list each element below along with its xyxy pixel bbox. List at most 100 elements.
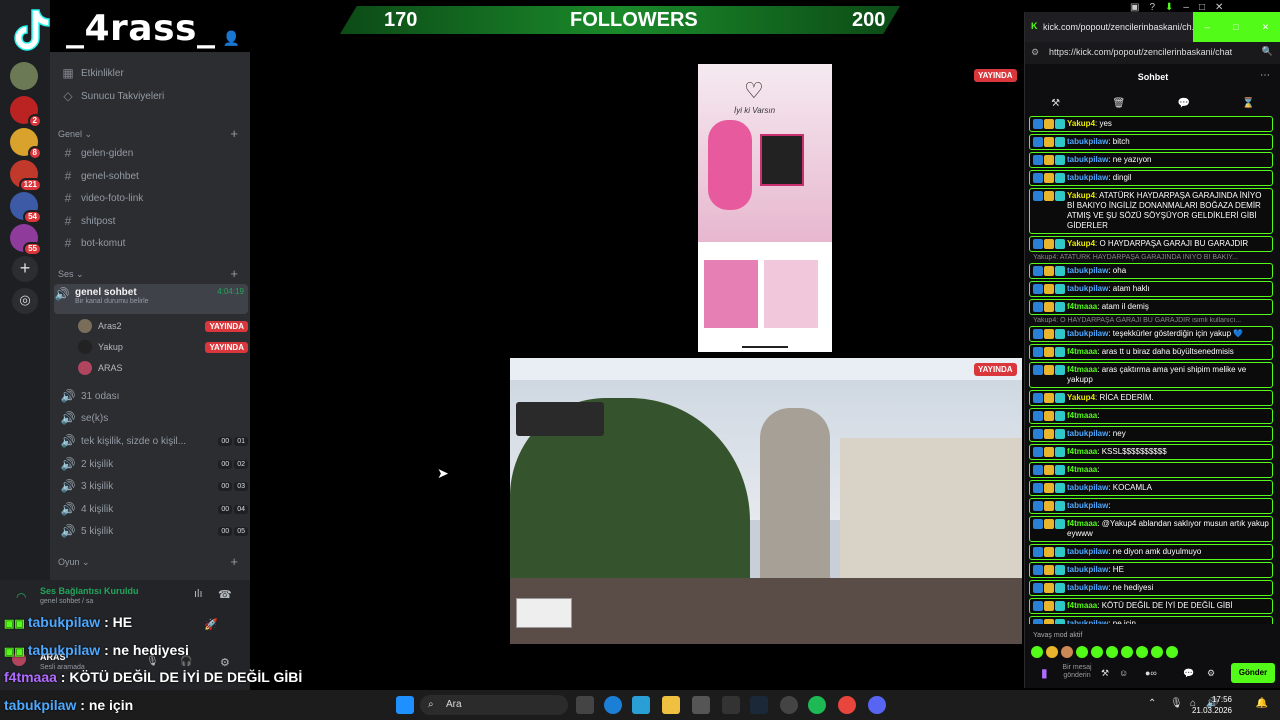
chat-message[interactable]: tabukpilaw: teşekkürler gösterdiğin için…: [1029, 326, 1273, 342]
steam-icon[interactable]: [750, 696, 768, 714]
chat-message[interactable]: tabukpilaw: atam haklı: [1029, 281, 1273, 297]
channel-gelen-giden[interactable]: # gelen-giden: [60, 143, 248, 163]
chat-message[interactable]: tabukpilaw: KOCAMLA: [1029, 480, 1273, 496]
chat-message[interactable]: tabukpilaw: bitch: [1029, 134, 1273, 150]
hammer-icon[interactable]: ⚒: [1051, 98, 1060, 109]
server-header[interactable]: _4rass_ 👤: [50, 0, 250, 52]
trash-icon[interactable]: 🗑: [1112, 98, 1125, 109]
chat-username[interactable]: tabukpilaw: [1067, 329, 1108, 338]
chat-username[interactable]: Yakup4: [1067, 119, 1095, 128]
chat-message[interactable]: f4tmaaa:: [1029, 462, 1273, 478]
users-icon[interactable]: ●∞: [1145, 668, 1157, 678]
chat-username[interactable]: f4tmaaa: [1067, 347, 1097, 356]
emote-icon[interactable]: [1046, 646, 1058, 658]
chat-username[interactable]: tabukpilaw: [1067, 501, 1108, 510]
category-game[interactable]: Oyun ⌄: [58, 557, 90, 568]
server-icon[interactable]: [10, 62, 38, 90]
close-icon[interactable]: ✕: [1262, 22, 1270, 33]
chat-message[interactable]: tabukpilaw:: [1029, 498, 1273, 514]
voice-channel[interactable]: 🔊 3 kişilik 00 03: [60, 476, 248, 496]
connection-channel-link[interactable]: genel sohbet / sa: [40, 598, 93, 605]
emote-icon[interactable]: [1061, 646, 1073, 658]
server-icon[interactable]: 2: [10, 96, 42, 128]
activity-icon[interactable]: 🚀: [204, 618, 218, 631]
chat-username[interactable]: f4tmaaa: [1067, 411, 1097, 420]
chat-message[interactable]: f4tmaaa:: [1029, 408, 1273, 424]
windows-start-icon[interactable]: [396, 696, 414, 714]
app-icon[interactable]: [722, 696, 740, 714]
chat-username[interactable]: tabukpilaw: [1067, 583, 1108, 592]
chat-bubble-icon[interactable]: 💬: [1178, 98, 1190, 109]
reply-preview[interactable]: Yakup4: ATATÜRK HAYDARPAŞA GARAJINDA İNİ…: [1029, 254, 1273, 261]
chat-username[interactable]: tabukpilaw: [1067, 266, 1108, 275]
chat-username[interactable]: f4tmaaa: [1067, 302, 1097, 311]
chat-message[interactable]: tabukpilaw: ne hediyesi: [1029, 580, 1273, 596]
microphone-icon[interactable]: 🎙: [1170, 698, 1183, 709]
emote-icon[interactable]: [1076, 646, 1088, 658]
chat-username[interactable]: f4tmaaa: [1067, 601, 1097, 610]
voice-channel[interactable]: 🔊 5 kişilik 00 05: [60, 521, 248, 541]
voice-user[interactable]: ARAS: [78, 359, 248, 377]
chat-message[interactable]: f4tmaaa: KÖTÜ DEĞİL DE İYİ DE DEĞİL GİBİ: [1029, 598, 1273, 614]
discord-icon[interactable]: [868, 696, 886, 714]
voice-channel[interactable]: 🔊 4 kişilik 00 04: [60, 499, 248, 519]
settings-gear-icon[interactable]: ⚙: [220, 656, 230, 669]
chat-message[interactable]: Yakup4: ATATÜRK HAYDARPAŞA GARAJINDA İNİ…: [1029, 188, 1273, 234]
boosts-item[interactable]: ◇ Sunucu Takviyeleri: [60, 86, 248, 106]
voice-channel-active[interactable]: 🔊 genel sohbet Bir kanal durumu belirle …: [54, 284, 248, 314]
chat-message[interactable]: f4tmaaa: KSSL$$$$$$$$$$: [1029, 444, 1273, 460]
channel-genel-sohbet[interactable]: # genel-sohbet: [60, 166, 248, 186]
chat-username[interactable]: f4tmaaa: [1067, 365, 1097, 374]
command-icon[interactable]: ⚒: [1101, 668, 1109, 679]
taskbar-search[interactable]: ⌕ Ara: [420, 695, 568, 715]
tray-chevron-icon[interactable]: ⌃: [1148, 698, 1156, 709]
minimap[interactable]: [516, 598, 572, 628]
chat-username[interactable]: tabukpilaw: [1067, 619, 1108, 624]
emote-icon[interactable]: [1121, 646, 1133, 658]
chat-message[interactable]: f4tmaaa: @Yakup4 ablandan saklıyor musun…: [1029, 516, 1273, 542]
more-options-icon[interactable]: ⋯: [1260, 70, 1270, 81]
chat-message[interactable]: Yakup4: yes: [1029, 116, 1273, 132]
disconnect-icon[interactable]: ☎: [218, 588, 232, 601]
chat-message[interactable]: f4tmaaa: aras tt u biraz daha büyültsene…: [1029, 344, 1273, 360]
category-general[interactable]: Genel ⌄: [58, 129, 92, 140]
add-channel-icon[interactable]: +: [230, 554, 238, 569]
chat-bubble-icon[interactable]: 💬: [1183, 668, 1194, 679]
chat-message[interactable]: Yakup4: RİCA EDERİM.: [1029, 390, 1273, 406]
chat-username[interactable]: f4tmaaa: [1067, 465, 1097, 474]
chat-message[interactable]: Yakup4: O HAYDARPAŞA GARAJI BU GARAJDIR: [1029, 236, 1273, 252]
emote-icon[interactable]: [1106, 646, 1118, 658]
chat-username[interactable]: tabukpilaw: [1067, 483, 1108, 492]
system-clock[interactable]: 17:56 21.03.2026: [1192, 694, 1232, 716]
thumbnail[interactable]: [764, 260, 818, 328]
app-icon[interactable]: [632, 696, 650, 714]
spotify-icon[interactable]: [808, 696, 826, 714]
emote-icon[interactable]: [1136, 646, 1148, 658]
app-icon[interactable]: [780, 696, 798, 714]
chat-message[interactable]: f4tmaaa: aras çaktırma ama yeni shipim m…: [1029, 362, 1273, 388]
maximize-icon[interactable]: □: [1233, 22, 1238, 32]
site-settings-icon[interactable]: ⚙: [1031, 47, 1039, 58]
chat-username[interactable]: f4tmaaa: [1067, 447, 1097, 456]
chat-username[interactable]: Yakup4: [1067, 239, 1095, 248]
notification-icon[interactable]: 🔔: [1256, 698, 1268, 709]
chat-username[interactable]: f4tmaaa: [1067, 519, 1097, 528]
chat-message[interactable]: f4tmaaa: atam il demiş: [1029, 299, 1273, 315]
voice-channel[interactable]: 🔊 31 odası: [60, 386, 248, 406]
hourglass-icon[interactable]: ⌛: [1242, 98, 1254, 109]
voice-user[interactable]: Aras2 YAYINDA: [78, 317, 248, 335]
channel-bot-komut[interactable]: # bot-komut: [60, 233, 248, 253]
server-icon[interactable]: 55: [10, 224, 42, 256]
settings-gear-icon[interactable]: ⚙: [1207, 668, 1215, 679]
voice-channel[interactable]: 🔊 tek kişilik, sizde o kişil... 00 01: [60, 431, 248, 451]
chat-message[interactable]: tabukpilaw: ne yazıyon: [1029, 152, 1273, 168]
thumbnail[interactable]: [704, 260, 758, 328]
reply-preview[interactable]: Yakup4: O HAYDARPAŞA GARAJI BU GARAJDIR …: [1029, 317, 1273, 324]
server-icon[interactable]: 54: [10, 192, 42, 224]
noise-suppression-icon[interactable]: ılı: [194, 588, 203, 600]
chat-username[interactable]: tabukpilaw: [1067, 155, 1108, 164]
emote-icon[interactable]: [1091, 646, 1103, 658]
emote-icon[interactable]: [1151, 646, 1163, 658]
voice-channel[interactable]: 🔊 2 kişilik 00 02: [60, 454, 248, 474]
address-bar[interactable]: ⚙ https://kick.com/popout/zencilerinbask…: [1025, 42, 1280, 64]
